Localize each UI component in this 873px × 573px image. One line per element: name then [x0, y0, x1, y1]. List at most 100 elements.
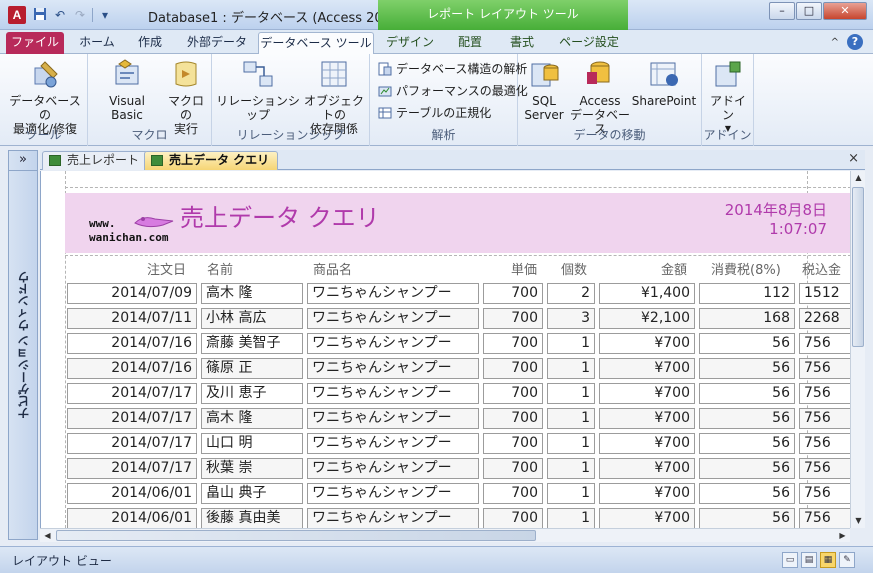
cell-tax[interactable]: 56 [699, 408, 795, 429]
cell-total[interactable]: 756 [799, 433, 850, 454]
doc-tab-sales-report[interactable]: 売上レポート [42, 151, 149, 170]
cell-tax[interactable]: 56 [699, 333, 795, 354]
column-header-tax[interactable]: 消費税(8%) [711, 259, 781, 278]
column-header-order-date[interactable]: 注文日 [147, 259, 186, 278]
cell-product[interactable]: ワニちゃんシャンプー [307, 383, 479, 404]
cell-product[interactable]: ワニちゃんシャンプー [307, 333, 479, 354]
cell-unit-price[interactable]: 700 [483, 308, 543, 329]
cell-order-date[interactable]: 2014/06/01 [67, 483, 197, 504]
cell-total[interactable]: 756 [799, 458, 850, 479]
cell-tax[interactable]: 56 [699, 483, 795, 504]
column-header-name[interactable]: 名前 [207, 259, 233, 278]
cell-total[interactable]: 756 [799, 483, 850, 504]
column-header-amount[interactable]: 金額 [661, 259, 687, 278]
cell-order-date[interactable]: 2014/07/17 [67, 383, 197, 404]
cell-name[interactable]: 篠原 正 [201, 358, 303, 379]
tab-page-setup[interactable]: ページ設定 [552, 32, 626, 54]
visual-basic-button[interactable]: Visual Basic [92, 58, 162, 122]
cell-tax[interactable]: 56 [699, 458, 795, 479]
cell-total[interactable]: 756 [799, 383, 850, 404]
cell-unit-price[interactable]: 700 [483, 483, 543, 504]
cell-quantity[interactable]: 1 [547, 508, 595, 528]
sharepoint-button[interactable]: SharePoint [630, 58, 698, 108]
scroll-right-icon[interactable]: ▶ [835, 529, 850, 543]
help-icon[interactable]: ? [847, 34, 863, 50]
analyze-performance-button[interactable]: パフォーマンスの最適化 [378, 82, 528, 99]
tab-database-tools[interactable]: データベース ツール [258, 32, 374, 55]
wanichan-logo[interactable]: www. wanichan.com [89, 209, 179, 249]
design-view-icon[interactable]: ✎ [839, 552, 855, 568]
cell-name[interactable]: 小林 高広 [201, 308, 303, 329]
cell-quantity[interactable]: 1 [547, 483, 595, 504]
close-document-icon[interactable]: × [848, 151, 859, 166]
cell-product[interactable]: ワニちゃんシャンプー [307, 283, 479, 304]
cell-amount[interactable]: ¥2,100 [599, 308, 695, 329]
cell-quantity[interactable]: 1 [547, 358, 595, 379]
nav-pane-toggle[interactable]: » [9, 151, 37, 171]
tab-format[interactable]: 書式 [498, 32, 546, 54]
cell-name[interactable]: 高木 隆 [201, 283, 303, 304]
cell-amount[interactable]: ¥700 [599, 483, 695, 504]
doc-tab-sales-query[interactable]: 売上データ クエリ [144, 151, 279, 170]
cell-product[interactable]: ワニちゃんシャンプー [307, 508, 479, 528]
addins-button[interactable]: アドイン ▼ [706, 58, 750, 136]
cell-unit-price[interactable]: 700 [483, 408, 543, 429]
cell-amount[interactable]: ¥700 [599, 458, 695, 479]
cell-product[interactable]: ワニちゃんシャンプー [307, 458, 479, 479]
cell-product[interactable]: ワニちゃんシャンプー [307, 358, 479, 379]
collapse-ribbon-icon[interactable]: ^ [831, 37, 839, 48]
cell-total[interactable]: 756 [799, 358, 850, 379]
vertical-scrollbar[interactable]: ▲ ▼ [850, 171, 865, 528]
cell-quantity[interactable]: 1 [547, 333, 595, 354]
cell-total[interactable]: 756 [799, 508, 850, 528]
cell-amount[interactable]: ¥1,400 [599, 283, 695, 304]
analyze-table-button[interactable]: テーブルの正規化 [378, 104, 491, 121]
cell-unit-price[interactable]: 700 [483, 508, 543, 528]
cell-quantity[interactable]: 1 [547, 458, 595, 479]
report-date[interactable]: 2014年8月8日 [725, 199, 827, 220]
database-documenter-button[interactable]: データベース構造の解析 [378, 60, 527, 77]
cell-tax[interactable]: 56 [699, 433, 795, 454]
scroll-down-icon[interactable]: ▼ [851, 514, 866, 528]
cell-order-date[interactable]: 2014/07/17 [67, 433, 197, 454]
cell-order-date[interactable]: 2014/07/16 [67, 358, 197, 379]
cell-order-date[interactable]: 2014/07/16 [67, 333, 197, 354]
report-view-icon[interactable]: ▭ [782, 552, 798, 568]
cell-unit-price[interactable]: 700 [483, 383, 543, 404]
cell-total[interactable]: 2268 [799, 308, 850, 329]
horizontal-scroll-thumb[interactable] [56, 530, 536, 541]
cell-name[interactable]: 高木 隆 [201, 408, 303, 429]
cell-product[interactable]: ワニちゃんシャンプー [307, 308, 479, 329]
close-button[interactable]: ✕ [823, 2, 867, 20]
restore-button[interactable]: □ [796, 2, 822, 20]
cell-quantity[interactable]: 1 [547, 408, 595, 429]
scroll-up-icon[interactable]: ▲ [851, 171, 866, 185]
vertical-scroll-thumb[interactable] [852, 187, 864, 347]
tab-design[interactable]: デザイン [380, 32, 440, 54]
customize-qat-icon[interactable]: ▾ [97, 7, 113, 23]
access-app-icon[interactable]: A [8, 6, 26, 24]
column-header-unit-price[interactable]: 単価 [511, 259, 537, 278]
print-preview-icon[interactable]: ▤ [801, 552, 817, 568]
cell-quantity[interactable]: 1 [547, 433, 595, 454]
cell-tax[interactable]: 56 [699, 358, 795, 379]
cell-quantity[interactable]: 2 [547, 283, 595, 304]
cell-order-date[interactable]: 2014/06/01 [67, 508, 197, 528]
object-dependencies-button[interactable]: オブジェクトの 依存関係 [302, 58, 366, 136]
redo-icon[interactable]: ↷ [72, 7, 88, 23]
cell-total[interactable]: 756 [799, 408, 850, 429]
cell-tax[interactable]: 112 [699, 283, 795, 304]
cell-amount[interactable]: ¥700 [599, 358, 695, 379]
cell-amount[interactable]: ¥700 [599, 408, 695, 429]
column-header-total[interactable]: 税込金 [802, 259, 841, 278]
cell-unit-price[interactable]: 700 [483, 433, 543, 454]
minimize-button[interactable]: – [769, 2, 795, 20]
nav-pane-label[interactable]: ナビゲーション ウィンドウ [15, 271, 32, 419]
layout-view-icon[interactable]: ▦ [820, 552, 836, 568]
tab-home[interactable]: ホーム [70, 32, 124, 54]
cell-quantity[interactable]: 3 [547, 308, 595, 329]
cell-unit-price[interactable]: 700 [483, 358, 543, 379]
compact-repair-button[interactable]: データベースの 最適化/修復 [6, 58, 84, 136]
cell-unit-price[interactable]: 700 [483, 333, 543, 354]
column-header-quantity[interactable]: 個数 [561, 259, 587, 278]
